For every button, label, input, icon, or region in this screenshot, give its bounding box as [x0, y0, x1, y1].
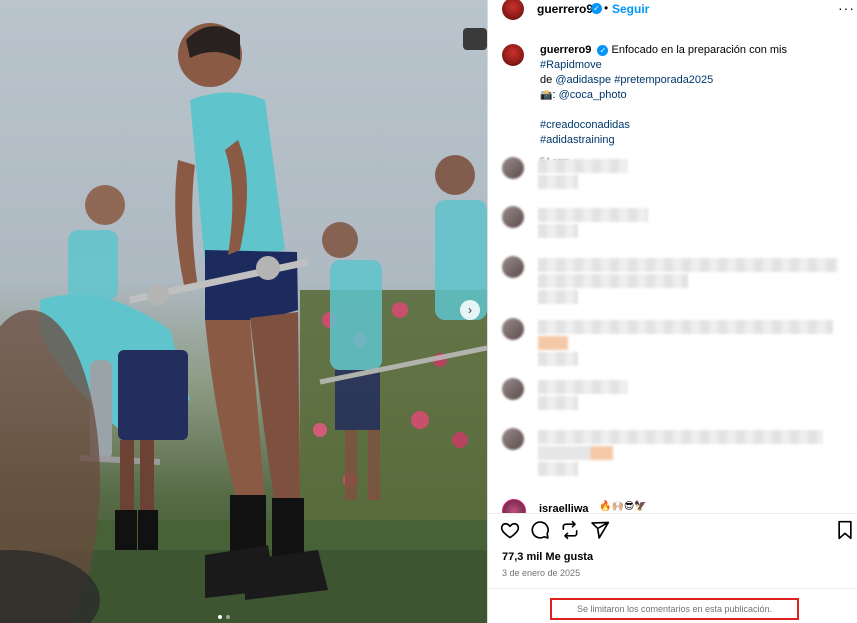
- blurred-text: [538, 258, 838, 272]
- carousel-indicator: [218, 615, 230, 619]
- carousel-dot-active: [218, 615, 222, 619]
- action-bar: [488, 518, 857, 542]
- blurred-text: [538, 462, 578, 476]
- comment-avatar: [502, 256, 524, 278]
- comments-limited-notice: Se limitaron los comentarios en esta pub…: [550, 598, 799, 620]
- photo-credit-colon: :: [552, 89, 556, 101]
- mention-photographer-link[interactable]: @coca_photo: [559, 89, 627, 101]
- verified-badge-icon: ✓: [597, 44, 609, 56]
- likes-count[interactable]: 77,3 mil Me gusta: [502, 551, 593, 563]
- blurred-text: [538, 208, 648, 222]
- blurred-text: [538, 352, 578, 366]
- divider: [488, 513, 857, 514]
- comment-avatar: [502, 206, 524, 228]
- header-username[interactable]: guerrero9: [537, 2, 593, 16]
- next-photo-button[interactable]: ›: [460, 300, 480, 320]
- caption-avatar[interactable]: [502, 44, 524, 66]
- commenter-username[interactable]: israelliwa: [539, 503, 589, 513]
- hashtag-creadoconadidas-link[interactable]: #creadoconadidas: [540, 119, 630, 131]
- blurred-text: [538, 320, 833, 334]
- chevron-right-icon: ›: [468, 303, 472, 317]
- camera-icon: 📸: [540, 90, 553, 101]
- verified-badge-icon: ✓: [591, 3, 602, 14]
- caption-text: Enfocado en la preparación con mis: [611, 44, 787, 56]
- post-details-panel: guerrero9 ✓ • Seguir ··· guerrero9 ✓ Enf…: [487, 0, 857, 623]
- comment-avatar: [502, 378, 524, 400]
- hashtag-rapidmove-link[interactable]: #Rapidmove: [540, 59, 602, 71]
- comment-avatar: [502, 428, 524, 450]
- mention-adidaspe-link[interactable]: @adidaspe: [555, 74, 611, 86]
- commenter-avatar[interactable]: [502, 499, 526, 513]
- caption-username[interactable]: guerrero9: [540, 44, 591, 56]
- blurred-text: [538, 175, 578, 189]
- blurred-text: [538, 159, 628, 173]
- share-icon[interactable]: [590, 520, 610, 540]
- bookmark-icon[interactable]: [836, 520, 854, 540]
- blurred-text: [538, 446, 613, 460]
- comment-emojis: 🔥🙌🏼😎🦅: [599, 501, 647, 512]
- separator-dot: •: [604, 1, 609, 15]
- blurred-text: [538, 396, 578, 410]
- comment-icon[interactable]: [530, 520, 550, 540]
- comment-avatar: [502, 318, 524, 340]
- post-header: guerrero9 ✓ • Seguir ···: [488, 0, 857, 20]
- blurred-text: [538, 274, 688, 288]
- post-date[interactable]: 3 de enero de 2025: [502, 568, 580, 578]
- heart-icon[interactable]: [500, 520, 520, 540]
- divider: [488, 588, 857, 589]
- blurred-text: [538, 430, 823, 444]
- training-photo-illustration: [0, 23, 487, 623]
- avatar[interactable]: [502, 0, 524, 20]
- blurred-text: [538, 224, 578, 238]
- blurred-text: [538, 290, 578, 304]
- follow-button[interactable]: Seguir: [612, 2, 649, 16]
- caption-text-de: de: [540, 74, 553, 86]
- comment-item: israelliwa 🔥🙌🏼😎🦅: [502, 497, 852, 513]
- hashtag-pretemporada-link[interactable]: #pretemporada2025: [614, 74, 713, 86]
- hashtag-adidastraining-link[interactable]: #adidastraining: [540, 134, 615, 146]
- carousel-dot: [226, 615, 230, 619]
- more-options-icon[interactable]: ···: [838, 0, 855, 16]
- comment-avatar: [502, 157, 524, 179]
- repost-icon[interactable]: [560, 520, 580, 540]
- post-photo[interactable]: ›: [0, 0, 487, 623]
- blurred-text: [538, 380, 628, 394]
- blurred-emoji: [538, 336, 568, 350]
